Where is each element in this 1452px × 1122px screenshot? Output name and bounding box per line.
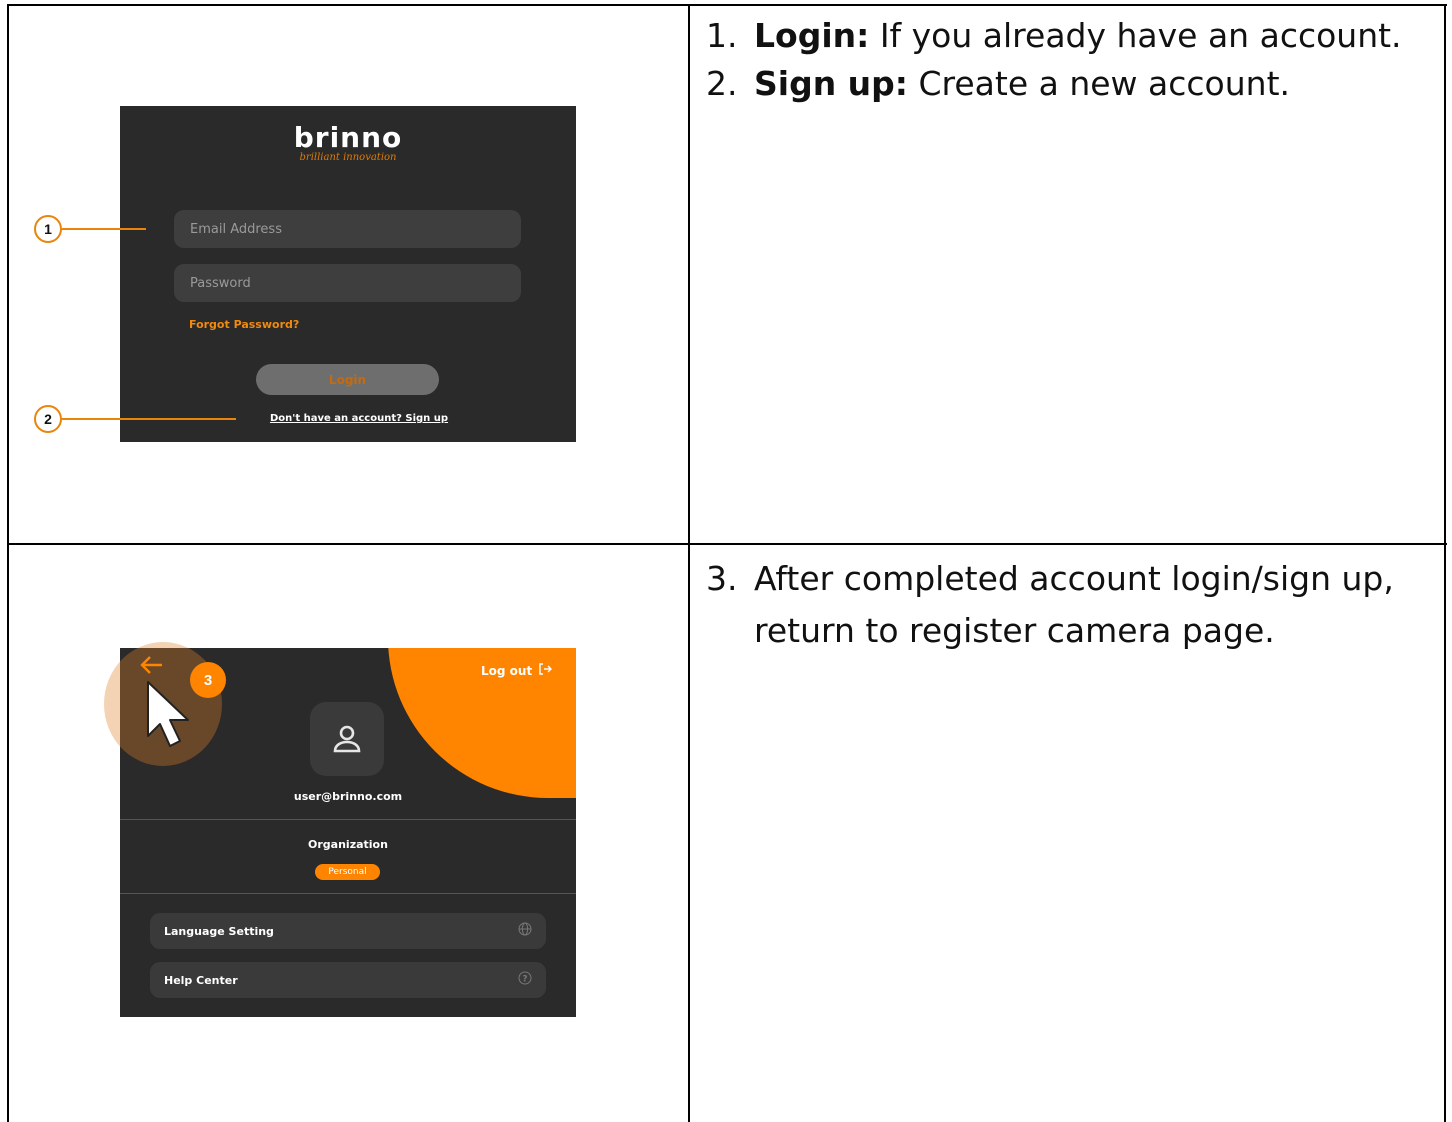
table-border-middle: [7, 543, 1447, 545]
callout-1: 1: [34, 215, 62, 243]
email-field[interactable]: Email Address: [174, 210, 521, 248]
menu-language-setting[interactable]: Language Setting: [150, 913, 546, 949]
cursor-icon: [142, 678, 202, 755]
callout-1-line: [62, 228, 146, 230]
globe-icon: [518, 922, 532, 940]
divider-1: [120, 819, 576, 820]
brinno-logo: brinno brilliant innovation: [293, 121, 403, 164]
avatar: [310, 702, 384, 776]
step-2: 2. Sign up: Create a new account.: [706, 64, 1290, 103]
forgot-password-link[interactable]: Forgot Password?: [189, 318, 299, 331]
user-icon: [333, 725, 361, 753]
user-email: user@brinno.com: [293, 790, 403, 803]
callout-2: 2: [34, 405, 62, 433]
login-button[interactable]: Login: [256, 364, 439, 395]
callout-2-line: [62, 418, 236, 420]
help-icon: ?: [518, 971, 532, 989]
step-3: 3. After completed account login/sign up,…: [706, 559, 1394, 650]
organization-badge[interactable]: Personal: [315, 864, 380, 880]
svg-text:?: ?: [522, 975, 527, 985]
step-1: 1. Login: If you already have an account.: [706, 16, 1402, 55]
table-border-center: [688, 4, 690, 1122]
logout-button[interactable]: Log out: [481, 662, 553, 679]
logout-icon: [538, 662, 553, 679]
table-border-top: [7, 4, 1447, 6]
menu-help-center[interactable]: Help Center ?: [150, 962, 546, 998]
login-screenshot: brinno brilliant innovation Email Addres…: [120, 106, 576, 442]
signup-link[interactable]: Don't have an account? Sign up: [270, 413, 448, 424]
table-border-right: [1444, 4, 1446, 1122]
divider-2: [120, 893, 576, 894]
organization-label: Organization: [308, 838, 388, 851]
password-field[interactable]: Password: [174, 264, 521, 302]
table-border-left: [7, 4, 9, 1122]
